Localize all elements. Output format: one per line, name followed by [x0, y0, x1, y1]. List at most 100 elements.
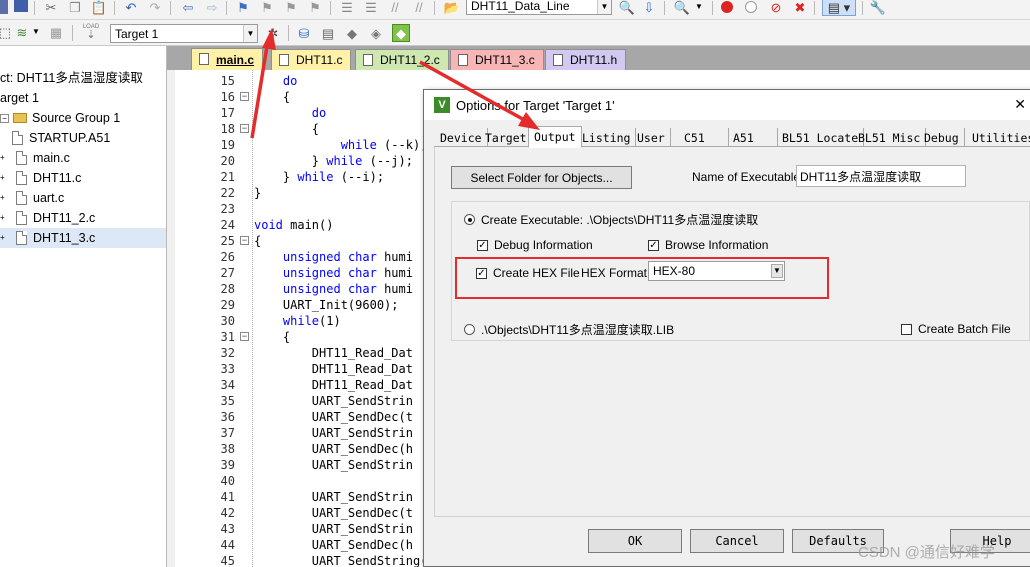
cancel-button[interactable]: Cancel	[690, 529, 784, 553]
code-line[interactable]: UART_SendDec(h	[254, 441, 413, 457]
tree-target[interactable]: arget 1	[0, 88, 166, 108]
code-line[interactable]: UART_SendDec(h	[254, 537, 413, 553]
code-line[interactable]: while(1)	[254, 313, 341, 329]
target-options-icon[interactable]: ✲	[264, 24, 282, 42]
tab-dht11-c[interactable]: DHT11.c	[271, 49, 352, 70]
tab-debug[interactable]: Debug	[919, 128, 965, 147]
expand-icon[interactable]: +	[0, 213, 5, 223]
create-lib-radio[interactable]: .\Objects\DHT11多点温湿度读取.LIB	[464, 321, 674, 337]
bookmark-next-icon[interactable]: ⚑	[284, 0, 298, 14]
code-line[interactable]: }	[254, 185, 261, 201]
fold-toggle-icon[interactable]: −	[240, 236, 249, 245]
tab-dht11-2-c[interactable]: DHT11_2.c	[355, 49, 449, 70]
tab-target[interactable]: Target	[480, 128, 533, 147]
project-title[interactable]: ct: DHT11多点温湿度读取	[0, 66, 166, 86]
tab-user[interactable]: User	[632, 128, 671, 147]
code-line[interactable]: {	[254, 121, 319, 137]
batch-build-icon[interactable]: ▦	[48, 25, 64, 39]
run-time-env-icon[interactable]: ◆	[392, 24, 410, 42]
window-layout-icon[interactable]: ▤ ▾	[822, 0, 856, 16]
tree-group[interactable]: − Source Group 1	[0, 108, 166, 128]
build-dropdown-icon[interactable]: ▼	[32, 26, 40, 38]
tab-a51[interactable]: A51	[728, 128, 778, 147]
fold-toggle-icon[interactable]: −	[240, 92, 249, 101]
nav-back-icon[interactable]: ⇦	[180, 0, 196, 14]
code-line[interactable]: unsigned char humi	[254, 249, 413, 265]
tab-main-c[interactable]: main.c	[191, 48, 264, 70]
expand-icon[interactable]: +	[0, 173, 5, 183]
paste-icon[interactable]: 📋	[91, 0, 107, 14]
file-item-selected[interactable]: + DHT11_3.c	[0, 228, 166, 248]
code-line[interactable]: UART_SendStrin	[254, 425, 413, 441]
code-line[interactable]: UART_SendStrin	[254, 521, 413, 537]
pack-installer-icon[interactable]: ◆	[344, 24, 360, 42]
code-line[interactable]: } while (--i);	[254, 169, 384, 185]
bookmark-clear-icon[interactable]: ⚑	[308, 0, 322, 14]
tab-c51[interactable]: C51	[679, 128, 729, 147]
fold-toggle-icon[interactable]: −	[240, 332, 249, 341]
code-line[interactable]: {	[254, 329, 290, 345]
find-references-icon[interactable]: ⇩	[642, 0, 656, 14]
breakpoint-disable-icon[interactable]	[745, 1, 757, 13]
code-line[interactable]: UART_SendStrin	[254, 457, 413, 473]
code-line[interactable]: UART_SendDec(t	[254, 409, 413, 425]
collapse-icon[interactable]: −	[0, 113, 9, 123]
breakpoint-disable-all-icon[interactable]: ⊘	[768, 0, 784, 14]
breakpoint-insert-icon[interactable]	[721, 1, 733, 13]
create-hex-checkbox[interactable]: ✓ Create HEX File	[476, 265, 580, 281]
debug-info-checkbox[interactable]: ✓ Debug Information	[477, 237, 593, 253]
code-line[interactable]: DHT11_Read_Dat	[254, 377, 413, 393]
save-icon[interactable]	[0, 0, 8, 14]
tab-bl51-misc[interactable]: BL51 Misc	[853, 128, 927, 147]
tab-dht11-3-c[interactable]: DHT11_3.c	[450, 49, 544, 70]
tab-dht11-h[interactable]: DHT11.h	[545, 49, 627, 70]
browse-info-checkbox[interactable]: ✓ Browse Information	[648, 237, 768, 253]
tab-bl51-locate[interactable]: BL51 Locate	[777, 128, 865, 147]
code-line[interactable]: void main()	[254, 217, 333, 233]
chevron-down-icon[interactable]: ▼	[770, 262, 784, 280]
target-select[interactable]: Target 1 ▼	[110, 24, 258, 43]
file-item[interactable]: + DHT11_2.c	[0, 208, 166, 228]
code-line[interactable]: DHT11_Read_Dat	[254, 361, 413, 377]
incremental-find-icon[interactable]: 🔍	[619, 0, 635, 14]
configure-icon[interactable]: 🔧	[870, 0, 886, 14]
comment-icon[interactable]: //	[388, 0, 402, 14]
debug-session-icon[interactable]: 🔍	[674, 0, 690, 14]
debug-dropdown-icon[interactable]: ▼	[694, 0, 704, 14]
unindent-icon[interactable]: ☰	[364, 0, 378, 14]
code-line[interactable]: DHT11_Read_Dat	[254, 345, 413, 361]
download-icon[interactable]: LOAD ⇣	[82, 22, 100, 42]
bookmark-icon[interactable]: ⚑	[236, 0, 250, 14]
chevron-down-icon[interactable]: ▼	[243, 25, 257, 42]
create-batch-checkbox[interactable]: Create Batch File	[901, 321, 1011, 337]
save-all-icon[interactable]	[14, 0, 28, 12]
name-exec-input[interactable]: DHT11多点温湿度读取	[796, 165, 966, 187]
code-line[interactable]: } while (--j);	[254, 153, 413, 169]
redo-icon[interactable]: ↷	[148, 0, 162, 14]
tab-listing[interactable]: Listing	[577, 128, 637, 147]
code-line[interactable]: {	[254, 233, 261, 249]
create-exec-radio[interactable]: Create Executable: .\Objects\DHT11多点温湿度读…	[464, 211, 758, 227]
close-icon[interactable]: ✕	[1014, 96, 1026, 113]
hex-format-select[interactable]: HEX-80 ▼	[648, 261, 785, 281]
build-icon[interactable]: ≋	[14, 25, 30, 39]
uncomment-icon[interactable]: //	[412, 0, 426, 14]
expand-icon[interactable]: +	[0, 233, 5, 243]
nav-forward-icon[interactable]: ⇨	[204, 0, 220, 14]
ok-button[interactable]: OK	[588, 529, 682, 553]
code-line[interactable]: UART_SendStrin	[254, 393, 413, 409]
copy-icon[interactable]: ❐	[68, 0, 82, 14]
file-item[interactable]: + main.c	[0, 148, 166, 168]
code-line[interactable]: unsigned char humi	[254, 281, 413, 297]
manage-components-icon[interactable]: ⛁	[296, 24, 312, 42]
code-line[interactable]: do	[254, 73, 297, 89]
file-extensions-icon[interactable]: ▤	[320, 24, 336, 42]
find-combo[interactable]: DHT11_Data_Line ▼	[466, 0, 612, 15]
select-pack-icon[interactable]: ◈	[368, 24, 384, 42]
translate-icon[interactable]: ⬚	[0, 25, 11, 39]
select-folder-button[interactable]: Select Folder for Objects...	[451, 166, 632, 189]
tab-output[interactable]: Output	[528, 126, 582, 148]
code-line[interactable]: unsigned char humi	[254, 265, 413, 281]
code-line[interactable]: {	[254, 89, 290, 105]
file-item[interactable]: + uart.c	[0, 188, 166, 208]
